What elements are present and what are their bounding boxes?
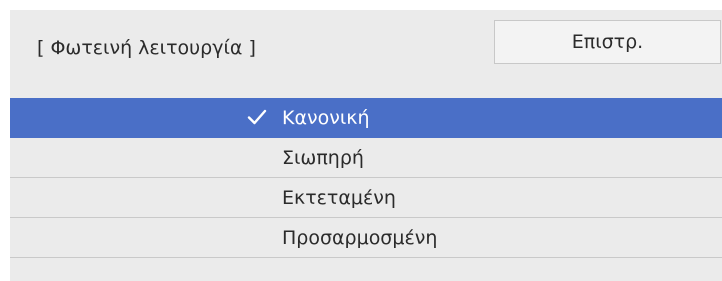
option-label: Κανονική xyxy=(282,107,370,129)
option-label: Σιωπηρή xyxy=(282,147,364,169)
option-quiet[interactable]: Σιωπηρή xyxy=(10,138,722,178)
option-label: Προσαρμοσμένη xyxy=(282,227,438,249)
option-custom[interactable]: Προσαρμοσμένη xyxy=(10,218,722,258)
option-normal[interactable]: Κανονική xyxy=(10,98,722,138)
back-button[interactable]: Επιστρ. xyxy=(494,20,721,64)
light-mode-menu: [ Φωτεινή λειτουργία ] Επιστρ. Κανονική … xyxy=(10,10,722,281)
menu-header: [ Φωτεινή λειτουργία ] Επιστρ. xyxy=(10,10,722,88)
option-extended[interactable]: Εκτεταμένη xyxy=(10,178,722,218)
page-title: [ Φωτεινή λειτουργία ] xyxy=(37,37,256,59)
checkmark-icon xyxy=(247,109,267,125)
option-label: Εκτεταμένη xyxy=(282,187,396,209)
options-list: Κανονική Σιωπηρή Εκτεταμένη Προσαρμοσμέν… xyxy=(10,98,722,258)
